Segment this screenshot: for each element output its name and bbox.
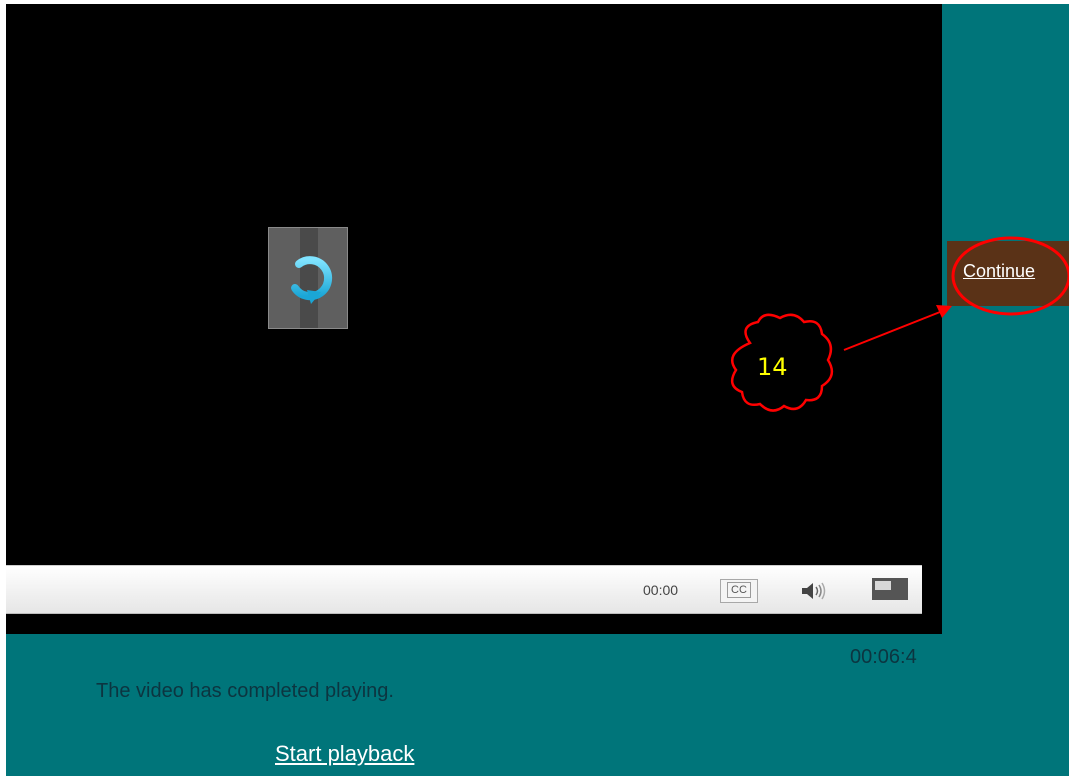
replay-icon <box>291 256 333 304</box>
continue-link[interactable]: Continue <box>963 261 1035 282</box>
elapsed-timecode: 00:06:4 <box>850 646 917 668</box>
current-time: 00:00 <box>643 582 679 598</box>
speaker-icon <box>802 582 826 600</box>
start-playback-link[interactable]: Start playback <box>275 741 414 767</box>
volume-button[interactable] <box>799 579 829 603</box>
cc-label: CC <box>727 582 751 598</box>
annotation-step-number: 14 <box>757 353 788 381</box>
resize-button[interactable] <box>872 578 908 602</box>
resize-icon-inner <box>875 581 891 590</box>
resize-icon <box>872 578 908 600</box>
closed-captions-button[interactable]: CC <box>720 579 758 603</box>
player-controlbar: 00:00 CC <box>6 565 922 614</box>
status-message: The video has completed playing. <box>96 680 394 702</box>
replay-button[interactable] <box>268 227 348 329</box>
video-player[interactable]: 00:00 CC <box>6 4 942 634</box>
